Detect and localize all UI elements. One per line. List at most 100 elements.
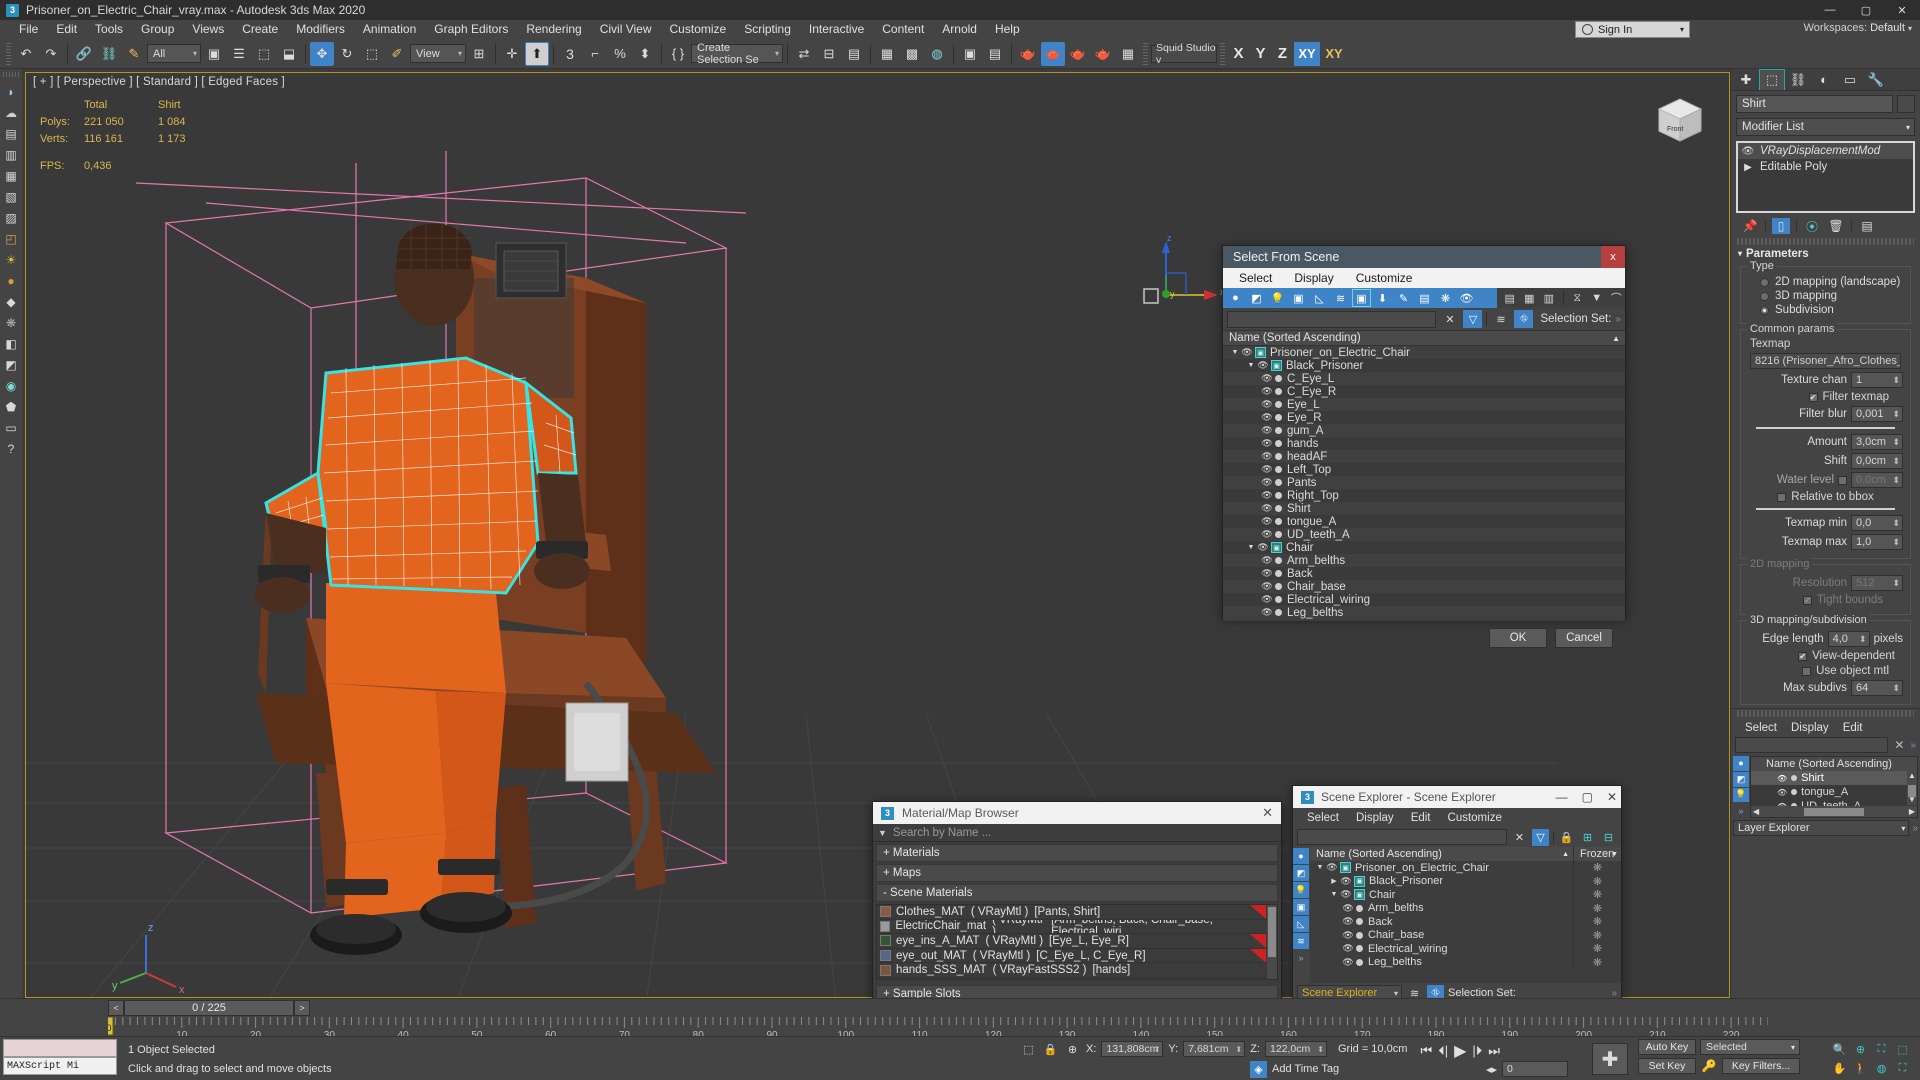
render-setup-icon[interactable]: ▣ [958,42,982,66]
expand-footer-icon[interactable]: » [1611,988,1617,999]
menu-item-arnold[interactable]: Arnold [933,20,986,39]
eye-icon[interactable]: 👁 [1261,386,1273,397]
mirror-icon[interactable]: ⇄ [792,42,816,66]
se-menu-customize[interactable]: Customize [1448,812,1502,824]
table-row[interactable]: 👁 Eye_R [1223,411,1625,424]
menu-item-tools[interactable]: Tools [86,20,132,39]
max-subdivs-spinner[interactable]: 64 [1851,680,1903,696]
scroll-right-icon[interactable]: ▶ [1909,807,1915,816]
previous-frame-button[interactable]: < [108,1000,124,1016]
se-menu-display[interactable]: Display [1356,812,1394,824]
set-key-button[interactable]: ✚ [1592,1043,1628,1075]
group-scene-materials[interactable]: - Scene Materials [876,884,1278,902]
se-column-frozen[interactable]: Frozen ▼ [1573,847,1621,861]
filter-toggle-icon[interactable]: ▽ [1463,310,1483,328]
scroll-thumb-h[interactable] [1804,807,1864,816]
object-name-field[interactable]: Shirt [1736,95,1893,113]
frozen-cell[interactable]: ❋ [1573,915,1621,929]
render-frame-window-icon[interactable]: ▤ [983,42,1007,66]
auto-key-button[interactable]: Auto Key [1638,1039,1696,1055]
eye-icon[interactable]: 👁 [1261,399,1273,410]
scroll-up-icon[interactable]: ▲ [1907,771,1917,781]
fur-icon[interactable]: ❋ [2,313,21,332]
select-and-link-icon[interactable]: 🔗 [72,42,96,66]
table-row[interactable]: ▼ 👁 ▣ Prisoner_on_Electric_Chair [1223,346,1625,359]
maximize-viewport-icon[interactable]: ⛶ [1893,1060,1912,1077]
table-row[interactable]: 👁 Leg_belths [1223,606,1625,619]
scene-materials-list[interactable]: Clothes_MAT( VRayMtl ) [Pants, Shirt] Elec… [876,904,1278,980]
menu-item-help[interactable]: Help [986,20,1029,39]
sfs-tree[interactable]: ▼ 👁 ▣ Prisoner_on_Electric_Chair ▼ 👁 ▣ Black_Pr… [1223,346,1625,621]
chevron-icon[interactable]: ▼ [1314,864,1326,871]
eye-icon[interactable]: 👁 [1741,146,1755,157]
filter-helpers-icon[interactable]: ◺ [1293,916,1309,932]
display-children-icon[interactable]: ▤ [1501,289,1519,307]
table-row[interactable]: 👁 Electrical_wiring ❋ [1310,942,1621,956]
frozen-cell[interactable]: ❋ [1573,955,1621,969]
hierarchy-icon[interactable]: ⛗ [1514,310,1534,328]
vray-toolbar-icon[interactable]: ▦ [2,166,21,185]
sign-in-button[interactable]: Sign In ▾ [1575,21,1690,38]
filter-lights-icon[interactable]: 💡 [1268,289,1287,307]
toolbar-options-icon[interactable]: ⌒ [1608,289,1626,307]
cloud-icon[interactable]: ☁ [2,103,21,122]
shift-spinner[interactable]: 0,0cm [1851,453,1903,469]
play-animation-icon[interactable]: ▶ [1454,1041,1466,1061]
curve-editor-icon[interactable]: ▦ [875,42,899,66]
angle-snap-toggle-icon[interactable]: ⬆ [525,41,549,66]
menu-item-create[interactable]: Create [233,20,287,39]
eye-icon[interactable]: 👁 [1261,490,1273,501]
select-from-scene-titlebar[interactable]: Select From Scene x [1223,246,1625,268]
ok-button[interactable]: OK [1489,628,1547,648]
table-row[interactable]: 👁 Arm_belths [1223,554,1625,567]
selection-filter-dropdown[interactable]: All [147,44,201,63]
eye-icon[interactable]: 👁 [1340,889,1352,900]
make-unique-icon[interactable]: ⦿ [1803,218,1821,234]
menu-item-group[interactable]: Group [132,20,183,39]
radio-2d-mapping[interactable]: 2D mapping (landscape) [1760,276,1905,288]
light-lister-icon[interactable]: ▧ [2,187,21,206]
expand-toolbar-icon[interactable]: » [1615,314,1621,325]
edge-length-spinner[interactable]: 4,0 [1827,631,1870,647]
eye-icon[interactable]: 👁 [1261,373,1273,384]
sfs-search-input[interactable] [1227,310,1437,328]
menu-item-views[interactable]: Views [183,20,233,39]
minimize-button[interactable]: — [1812,0,1848,20]
render-in-cloud-icon[interactable]: 🫖 [1091,42,1115,66]
table-row[interactable]: 👁 Chair_base ❋ [1310,928,1621,943]
filter-blur-spinner[interactable]: 0,001 [1851,406,1903,422]
layer-explorer-dropdown[interactable]: Layer Explorer [1733,820,1910,836]
scene-explorer-search-input[interactable] [1297,829,1507,845]
chevron-icon[interactable]: ▼ [1328,891,1340,898]
filter-hidden-icon[interactable]: 👁 [1457,289,1476,307]
tab-hierarchy[interactable]: ⛓ [1785,69,1811,90]
chevron-down-icon[interactable]: ▼ [1245,544,1257,551]
orbit-icon[interactable]: ◍ [1872,1060,1891,1077]
select-and-move-icon[interactable]: ✥ [310,41,334,66]
collapse-all-icon[interactable]: ⊟ [1600,829,1617,846]
percent-snap-icon[interactable]: % [608,42,632,66]
timeline-ruler[interactable]: 10 20 30 40 50 60 70 80 90 100 110 120 130 140 150 160 1… [108,1017,1920,1039]
set-key-toggle-button[interactable]: Set Key [1638,1058,1696,1074]
constrain-x-button[interactable]: X [1228,42,1249,66]
menu-item-animation[interactable]: Animation [354,20,425,39]
toolbar-grip[interactable] [6,42,11,65]
render-iterative-icon[interactable]: 🫖 [1041,41,1065,66]
vray-proxy-icon[interactable]: ◆ [2,292,21,311]
list-item[interactable]: Clothes_MAT ( VRayMtl ) [Pants, Shirt] [877,905,1277,920]
zoom-all-icon[interactable]: ⊕ [1851,1041,1870,1058]
filter-shapes-icon[interactable]: ◩ [1733,771,1749,787]
menu-item-customize[interactable]: Customize [661,20,736,39]
water-level-spinner[interactable]: 0,0cm [1851,472,1903,488]
filter-geometry-icon[interactable]: ● [1733,756,1749,771]
sfs-column-header[interactable]: Name (Sorted Ascending) ▲ [1223,330,1625,346]
table-row[interactable]: 👁 headAF [1223,450,1625,463]
table-row[interactable]: 👁 C_Eye_L [1223,372,1625,385]
menu-item-modifiers[interactable]: Modifiers [287,20,354,39]
chevron-down-icon[interactable]: ▼ [1229,349,1241,356]
tab-modify[interactable]: ⬚ [1759,69,1785,90]
parameters-rollup-header[interactable]: ▾ Parameters [1734,246,1917,261]
scroll-left-icon[interactable]: ◀ [1753,807,1759,816]
layer-explorer-search-input[interactable] [1735,737,1889,753]
snaps-toggle-icon[interactable]: ✛ [500,42,524,66]
